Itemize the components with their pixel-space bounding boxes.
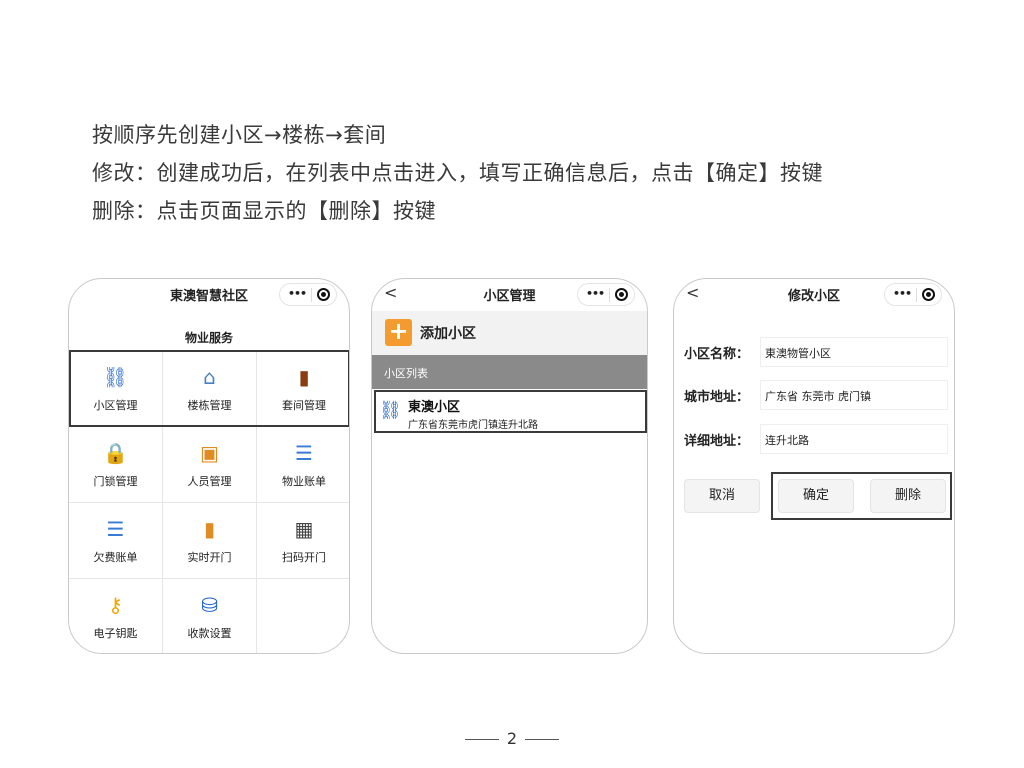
grid-item-label: 物业账单 [282, 475, 326, 488]
city-address-field[interactable]: 广东省 东莞市 虎门镇 [760, 380, 948, 410]
close-target-icon[interactable] [615, 288, 628, 301]
bill-icon: ☰ [106, 517, 125, 541]
phone-screen-edit-community: < 修改小区 ••• 小区名称： 東澳物管小区 城市地址： 广东省 东莞市 虎门… [673, 278, 955, 654]
field-label: 详细地址： [684, 434, 750, 449]
grid-item[interactable]: ⛁ 收款设置 [163, 579, 257, 653]
mini-program-capsule: ••• [577, 283, 635, 306]
community-name: 東澳小区 [408, 400, 461, 415]
key-icon: ⚷ [108, 593, 123, 617]
section-title: 物业服务 [184, 331, 233, 345]
grid-item-label: 人员管理 [187, 475, 232, 488]
phone-screen-community-list: < 小区管理 ••• + 添加小区 小区列表 ⛓ 東澳小区 广东省东莞市虎门镇连… [371, 278, 648, 654]
form-row-city: 城市地址： 广东省 东莞市 虎门镇 [684, 380, 948, 410]
title-bar: < 修改小区 ••• [674, 279, 954, 309]
more-icon[interactable]: ••• [586, 287, 605, 300]
capsule-divider [916, 288, 917, 302]
grid-empty-cell [257, 579, 349, 653]
capsule-divider [609, 288, 610, 302]
highlight-box [771, 472, 952, 520]
community-address: 广东省东莞市虎门镇连升北路 [408, 420, 538, 431]
grid-item-label: 门锁管理 [93, 475, 138, 488]
grid-item-label: 收款设置 [187, 627, 232, 640]
grid-item[interactable]: 🔒 门锁管理 [69, 427, 163, 503]
document-icon: ☰ [295, 441, 313, 465]
instruction-line: 删除：点击页面显示的【删除】按键 [92, 199, 436, 223]
community-list-item[interactable]: ⛓ 東澳小区 广东省东莞市虎门镇连升北路 [374, 390, 647, 433]
person-card-icon: ▣ [200, 441, 219, 465]
list-header: 小区列表 [372, 355, 647, 389]
phone-screen-home: 東澳智慧社区 ••• 物业服务 ⛓ 小区管理 ⌂ 楼栋管理 ▮ 套间管理 🔒 门锁管理 ▣ 人员管… [68, 278, 350, 654]
mini-program-capsule: ••• [279, 283, 337, 306]
add-community-button[interactable]: + 添加小区 [372, 311, 647, 355]
field-label: 小区名称： [684, 347, 750, 362]
more-icon[interactable]: ••• [893, 287, 912, 300]
grid-item-label: 实时开门 [187, 551, 232, 564]
instruction-line: 按顺序先创建小区→楼栋→套间 [92, 123, 387, 147]
grid-item[interactable]: ☰ 欠费账单 [69, 503, 163, 579]
grid-item[interactable]: ▦ 扫码开门 [257, 503, 349, 579]
network-icon: ⛓ [379, 400, 402, 421]
mini-program-capsule: ••• [884, 283, 942, 306]
form-row-name: 小区名称： 東澳物管小区 [684, 337, 948, 367]
footer-rule [525, 739, 560, 740]
qr-scan-icon: ▦ [294, 517, 314, 541]
field-label: 城市地址： [684, 390, 750, 405]
add-community-label: 添加小区 [420, 326, 476, 342]
open-door-icon: ▮ [203, 517, 215, 541]
grid-item[interactable]: ▮ 实时开门 [163, 503, 257, 579]
footer-rule [464, 739, 499, 740]
more-icon[interactable]: ••• [288, 287, 307, 300]
padlock-icon: 🔒 [103, 441, 128, 465]
community-name-field[interactable]: 東澳物管小区 [760, 337, 948, 367]
title-bar: 東澳智慧社区 ••• [69, 279, 349, 309]
instructions: 按顺序先创建小区→楼栋→套间 修改：创建成功后，在列表中点击进入，填写正确信息后… [92, 116, 823, 230]
capsule-divider [311, 288, 312, 302]
grid-item[interactable]: ⚷ 电子钥匙 [69, 579, 163, 653]
grid-item[interactable]: ☰ 物业账单 [257, 427, 349, 503]
payment-settings-icon: ⛁ [201, 593, 218, 617]
title-bar: < 小区管理 ••• [372, 279, 647, 309]
close-target-icon[interactable] [317, 288, 330, 301]
page-footer: 2 [0, 729, 1024, 748]
grid-item-label: 扫码开门 [282, 551, 326, 564]
grid-item-label: 欠费账单 [93, 551, 138, 564]
cancel-button[interactable]: 取消 [684, 479, 760, 513]
instruction-line: 修改：创建成功后，在列表中点击进入，填写正确信息后，点击【确定】按键 [92, 161, 823, 185]
list-header-label: 小区列表 [384, 367, 428, 380]
highlight-box [69, 350, 349, 427]
close-target-icon[interactable] [922, 288, 935, 301]
form-row-detail: 详细地址： 连升北路 [684, 424, 948, 454]
grid-item-label: 电子钥匙 [93, 627, 138, 640]
page-number: 2 [506, 729, 518, 748]
detail-address-field[interactable]: 连升北路 [760, 424, 948, 454]
plus-icon: + [385, 319, 412, 346]
grid-item[interactable]: ▣ 人员管理 [163, 427, 257, 503]
